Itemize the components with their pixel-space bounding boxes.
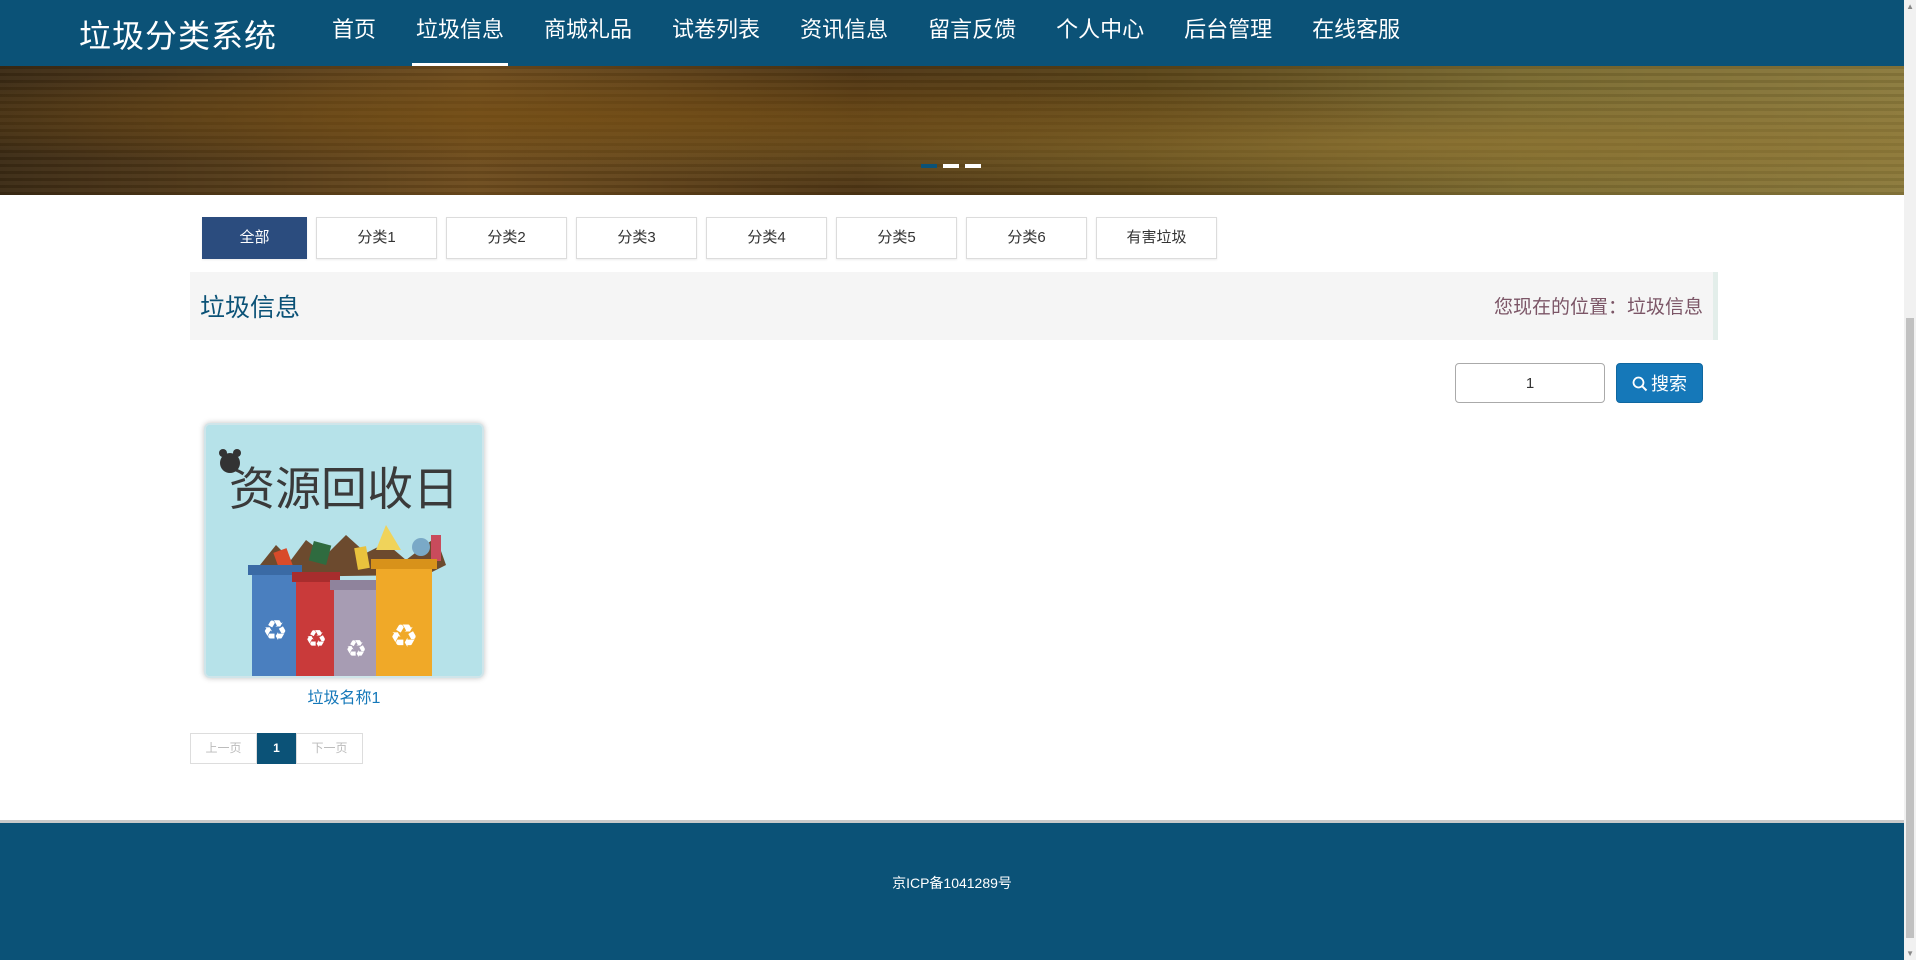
category-tab-5[interactable]: 分类5 <box>836 217 957 259</box>
bin-gray: ♻ <box>330 580 382 676</box>
pagination: 上一页 1 下一页 <box>190 733 363 764</box>
page-number-current[interactable]: 1 <box>257 733 296 764</box>
breadcrumb-location: 您现在的位置：垃圾信息 <box>1493 297 1703 318</box>
banner-carousel[interactable] <box>0 66 1904 195</box>
scroll-down-arrow-icon[interactable]: ▼ <box>1906 949 1914 958</box>
carousel-indicators <box>921 164 981 168</box>
icp-record-text: 京ICP备1041289号 <box>892 875 1012 891</box>
category-tab-2[interactable]: 分类2 <box>446 217 567 259</box>
svg-text:♻: ♻ <box>305 625 327 653</box>
nav-item-online-service[interactable]: 在线客服 <box>1302 0 1410 66</box>
nav-item-news[interactable]: 资讯信息 <box>790 0 898 66</box>
main-nav: 首页 垃圾信息 商城礼品 试卷列表 资讯信息 留言反馈 个人中心 后台管理 在线… <box>322 0 1430 66</box>
nav-item-feedback[interactable]: 留言反馈 <box>918 0 1026 66</box>
nav-item-personal-center[interactable]: 个人中心 <box>1046 0 1154 66</box>
bin-yellow: ♻ <box>371 559 437 676</box>
next-page-button[interactable]: 下一页 <box>296 733 363 764</box>
page-title: 垃圾信息 <box>200 294 301 322</box>
svg-text:♻: ♻ <box>262 614 287 647</box>
category-tab-4[interactable]: 分类4 <box>706 217 827 259</box>
nav-item-garbage-info[interactable]: 垃圾信息 <box>406 0 514 66</box>
scroll-up-arrow-icon[interactable]: ▲ <box>1906 2 1914 11</box>
section-title-bar: 垃圾信息 您现在的位置：垃圾信息 <box>190 272 1718 340</box>
carousel-dot-2[interactable] <box>943 164 959 168</box>
category-tab-3[interactable]: 分类3 <box>576 217 697 259</box>
footer: 京ICP备1041289号 <box>0 820 1904 960</box>
nav-item-home[interactable]: 首页 <box>322 0 386 66</box>
category-tabs: 全部 分类1 分类2 分类3 分类4 分类5 分类6 有害垃圾 <box>202 217 1226 259</box>
item-card-title[interactable]: 垃圾名称1 <box>204 684 484 708</box>
recycling-bins-illustration: 资源回收日 ♻ ♻ ♻ ♻ <box>206 425 482 676</box>
carousel-dot-1[interactable] <box>921 164 937 168</box>
search-button[interactable]: 搜索 <box>1616 363 1703 403</box>
image-heading-text: 资源回收日 <box>229 462 459 516</box>
nav-item-admin[interactable]: 后台管理 <box>1174 0 1282 66</box>
svg-text:♻: ♻ <box>390 617 419 655</box>
category-tab-all[interactable]: 全部 <box>202 217 307 259</box>
search-button-label: 搜索 <box>1651 374 1687 394</box>
nav-item-exam-list[interactable]: 试卷列表 <box>662 0 770 66</box>
prev-page-button[interactable]: 上一页 <box>190 733 257 764</box>
site-brand[interactable]: 垃圾分类系统 <box>79 11 277 57</box>
scrollbar-thumb[interactable] <box>1906 318 1914 938</box>
category-tab-6[interactable]: 分类6 <box>966 217 1087 259</box>
carousel-dot-3[interactable] <box>965 164 981 168</box>
top-navbar: 垃圾分类系统 首页 垃圾信息 商城礼品 试卷列表 资讯信息 留言反馈 个人中心 … <box>0 0 1904 66</box>
page-scrollbar[interactable]: ▲ ▼ <box>1904 0 1916 960</box>
search-input[interactable] <box>1455 363 1605 403</box>
svg-text:♻: ♻ <box>345 635 367 663</box>
search-icon <box>1632 376 1648 392</box>
category-tab-hazardous[interactable]: 有害垃圾 <box>1096 217 1217 259</box>
category-tab-1[interactable]: 分类1 <box>316 217 437 259</box>
item-card-image[interactable]: 资源回收日 ♻ ♻ ♻ ♻ <box>204 423 484 678</box>
nav-item-gift-shop[interactable]: 商城礼品 <box>534 0 642 66</box>
